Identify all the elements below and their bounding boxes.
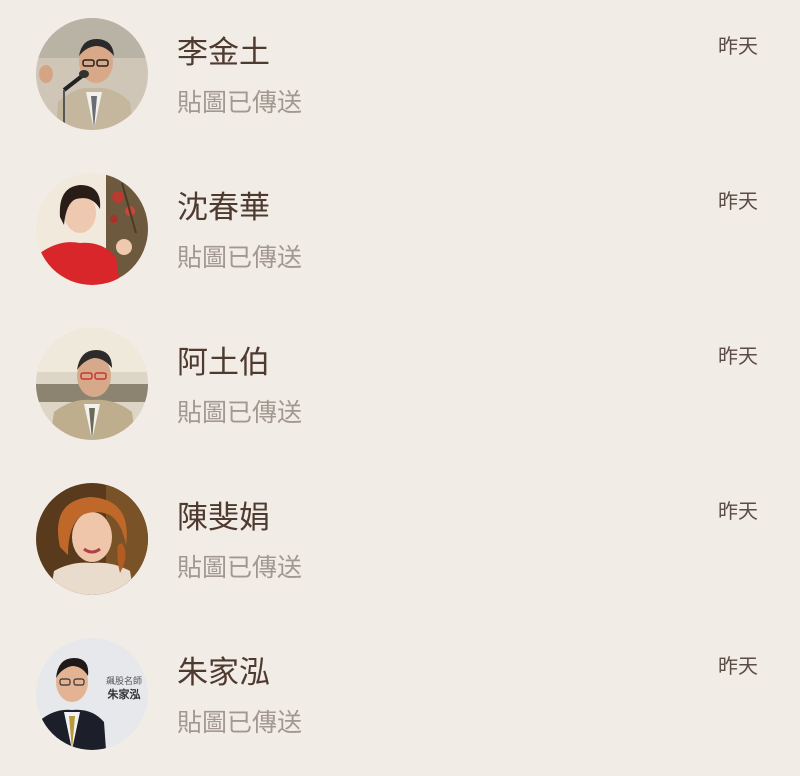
- message-preview: 貼圖已傳送: [177, 243, 303, 272]
- contact-name: 沈春華: [177, 190, 270, 226]
- avatar[interactable]: 飆股名師 朱家泓: [36, 638, 148, 750]
- timestamp: 昨天: [718, 34, 758, 58]
- elderly-man-suit-avatar: [36, 328, 148, 440]
- contact-name: 李金土: [177, 35, 270, 71]
- avatar-caption: 朱家泓: [107, 687, 141, 701]
- timestamp: 昨天: [718, 499, 758, 523]
- man-suit-avatar: 飆股名師 朱家泓: [36, 638, 148, 750]
- message-preview: 貼圖已傳送: [177, 708, 303, 737]
- avatar[interactable]: [36, 328, 148, 440]
- timestamp: 昨天: [718, 189, 758, 213]
- contact-name: 朱家泓: [177, 655, 270, 691]
- chat-list: 李金土 貼圖已傳送 昨天 沈春華 貼圖已傳送 昨天 阿土伯 貼圖已傳送 昨天 陳…: [0, 0, 800, 776]
- chat-row[interactable]: 李金土 貼圖已傳送 昨天: [0, 0, 800, 155]
- message-preview: 貼圖已傳送: [177, 553, 303, 582]
- avatar[interactable]: [36, 173, 148, 285]
- timestamp: 昨天: [718, 654, 758, 678]
- timestamp: 昨天: [718, 344, 758, 368]
- avatar[interactable]: [36, 483, 148, 595]
- message-preview: 貼圖已傳送: [177, 398, 303, 427]
- chat-row[interactable]: 沈春華 貼圖已傳送 昨天: [0, 155, 800, 310]
- woman-red-dress-avatar: [36, 173, 148, 285]
- elderly-man-speaking-avatar: [36, 18, 148, 130]
- chat-row[interactable]: 阿土伯 貼圖已傳送 昨天: [0, 310, 800, 465]
- chat-row[interactable]: 飆股名師 朱家泓 朱家泓 貼圖已傳送 昨天: [0, 620, 800, 775]
- message-preview: 貼圖已傳送: [177, 88, 303, 117]
- contact-name: 阿土伯: [177, 345, 270, 381]
- contact-name: 陳斐娟: [177, 500, 270, 536]
- avatar[interactable]: [36, 18, 148, 130]
- chat-row[interactable]: 陳斐娟 貼圖已傳送 昨天: [0, 465, 800, 620]
- avatar-caption: 飆股名師: [106, 675, 142, 687]
- woman-portrait-avatar: [36, 483, 148, 595]
